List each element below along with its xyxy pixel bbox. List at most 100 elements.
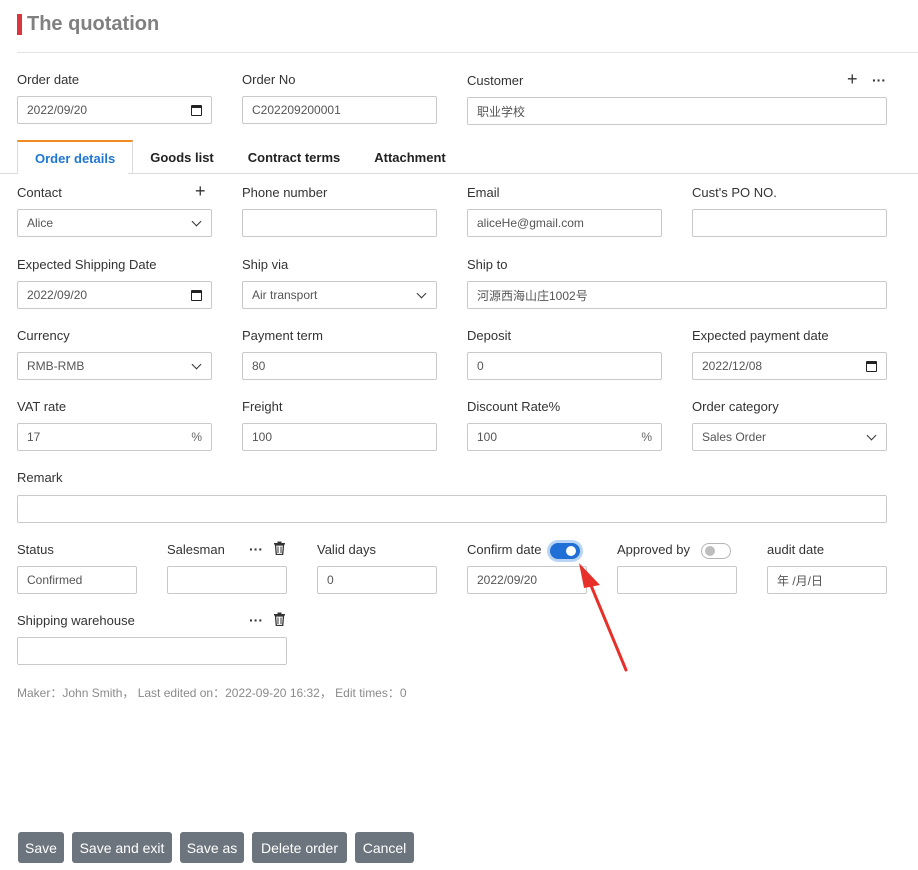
tabs-divider [128, 173, 918, 174]
order-no-value: C202209200001 [252, 103, 341, 117]
save-and-exit-button[interactable]: Save and exit [72, 832, 172, 863]
expected-payment-input[interactable]: 2022/12/08 [692, 352, 887, 380]
vat-rate-value: 17 [27, 430, 41, 444]
approved-by-toggle[interactable] [701, 543, 731, 559]
payment-term-value: 80 [252, 359, 266, 373]
freight-value: 100 [252, 430, 273, 444]
cust-po-input[interactable] [692, 209, 887, 237]
calendar-icon[interactable] [191, 289, 202, 301]
currency-label: Currency [17, 328, 70, 343]
valid-days-input[interactable]: 0 [317, 566, 437, 594]
tabs-divider-left [0, 173, 17, 174]
calendar-icon[interactable] [191, 104, 202, 116]
contact-select[interactable]: Alice [17, 209, 212, 237]
vat-rate-label: VAT rate [17, 399, 67, 414]
currency-select[interactable]: RMB-RMB [17, 352, 212, 380]
tab-contract-terms[interactable]: Contract terms [231, 140, 357, 174]
order-date-input[interactable]: 2022/09/20 [17, 96, 212, 124]
tab-bar: Order details Goods list Contract terms … [17, 140, 463, 174]
chevron-down-icon [191, 216, 202, 226]
order-date-label: Order date [17, 72, 80, 87]
tab-order-details[interactable]: Order details [17, 140, 134, 174]
confirm-date-label: Confirm date [467, 542, 542, 557]
order-no-label: Order No [242, 72, 296, 87]
ship-via-value: Air transport [252, 288, 318, 302]
order-date-value: 2022/09/20 [27, 103, 88, 117]
cancel-button[interactable]: Cancel [355, 832, 414, 863]
page-title: The quotation [27, 12, 160, 35]
email-input[interactable]: aliceHe@gmail.com [467, 209, 662, 237]
customer-input[interactable]: 职业学校 [467, 97, 887, 125]
deposit-value: 0 [477, 359, 484, 373]
percent-suffix: % [641, 430, 652, 444]
deposit-label: Deposit [467, 328, 512, 343]
deposit-input[interactable]: 0 [467, 352, 662, 380]
ship-to-input[interactable]: 河源西海山庄1002号 [467, 281, 887, 309]
ship-via-label: Ship via [242, 257, 289, 272]
order-category-label: Order category [692, 399, 779, 414]
status-value: Confirmed [27, 573, 83, 587]
tab-goods-list[interactable]: Goods list [133, 140, 231, 174]
annotation-arrow-icon [579, 563, 628, 672]
calendar-icon[interactable] [866, 360, 877, 372]
status-input[interactable]: Confirmed [17, 566, 137, 594]
vat-rate-input[interactable]: 17 % [17, 423, 212, 451]
shipping-warehouse-label: Shipping warehouse [17, 613, 135, 628]
currency-value: RMB-RMB [27, 359, 85, 373]
customer-value: 职业学校 [477, 104, 526, 119]
order-category-select[interactable]: Sales Order [692, 423, 887, 451]
cust-po-label: Cust's PO NO. [692, 185, 777, 200]
delete-order-button[interactable]: Delete order [252, 832, 347, 863]
chevron-down-icon [191, 359, 202, 369]
toggle-knob [705, 546, 715, 556]
save-button[interactable]: Save [18, 832, 64, 863]
valid-days-label: Valid days [317, 542, 377, 557]
freight-label: Freight [242, 399, 283, 414]
salesman-input[interactable] [167, 566, 287, 594]
title-divider [17, 52, 918, 53]
contact-value: Alice [27, 216, 54, 230]
payment-term-input[interactable]: 80 [242, 352, 437, 380]
remark-input[interactable] [17, 495, 887, 523]
discount-rate-input[interactable]: 100 % [467, 423, 662, 451]
warehouse-trash-icon[interactable] [273, 612, 286, 626]
phone-input[interactable] [242, 209, 437, 237]
audit-date-input[interactable]: 年 /月/日 [767, 566, 887, 594]
add-customer-plus-icon[interactable]: + [847, 70, 858, 88]
expected-payment-value: 2022/12/08 [702, 359, 763, 373]
chevron-down-icon [416, 288, 427, 298]
status-label: Status [17, 542, 54, 557]
ship-to-label: Ship to [467, 257, 508, 272]
salesman-label: Salesman [167, 542, 225, 557]
email-label: Email [467, 185, 500, 200]
phone-label: Phone number [242, 185, 328, 200]
email-value: aliceHe@gmail.com [477, 216, 584, 230]
remark-label: Remark [17, 470, 63, 485]
expected-shipping-input[interactable]: 2022/09/20 [17, 281, 212, 309]
tab-attachment[interactable]: Attachment [357, 140, 463, 174]
warehouse-more-icon[interactable]: ··· [249, 612, 263, 628]
salesman-more-icon[interactable]: ··· [249, 541, 263, 557]
title-accent-bar [17, 13, 22, 35]
order-category-value: Sales Order [702, 430, 767, 444]
ship-via-select[interactable]: Air transport [242, 281, 437, 309]
salesman-trash-icon[interactable] [273, 541, 286, 555]
expected-payment-label: Expected payment date [692, 328, 829, 343]
ship-to-value: 河源西海山庄1002号 [477, 288, 588, 303]
customer-more-icon[interactable]: ··· [872, 72, 886, 88]
shipping-warehouse-input[interactable] [17, 637, 287, 665]
payment-term-label: Payment term [242, 328, 323, 343]
order-no-input[interactable]: C202209200001 [242, 96, 437, 124]
discount-rate-label: Discount Rate% [467, 399, 561, 414]
discount-rate-value: 100 [477, 430, 498, 444]
audit-date-label: audit date [767, 542, 825, 557]
expected-shipping-label: Expected Shipping Date [17, 257, 157, 272]
save-as-button[interactable]: Save as [180, 832, 244, 863]
audit-date-placeholder: 年 /月/日 [777, 573, 824, 588]
edit-meta-info: Maker：John Smith， Last edited on：2022-09… [17, 686, 407, 700]
customer-label: Customer [467, 73, 524, 88]
contact-label: Contact [17, 185, 62, 200]
add-contact-plus-icon[interactable]: + [195, 182, 206, 200]
freight-input[interactable]: 100 [242, 423, 437, 451]
valid-days-value: 0 [327, 573, 334, 587]
